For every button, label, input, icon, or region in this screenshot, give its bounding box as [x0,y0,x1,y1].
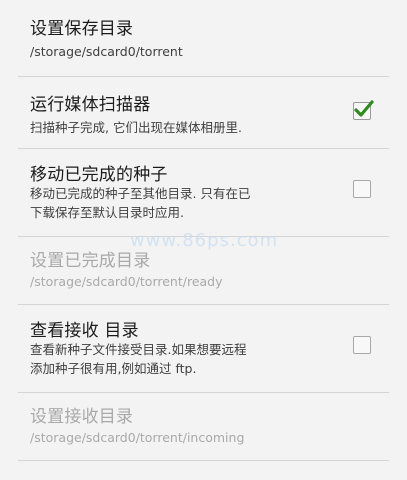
pref-title: 运行媒体扫描器 [30,95,151,115]
move-completed-checkbox[interactable] [353,180,371,198]
pref-summary: 移动已完成的种子至其他目录. 只有在已 [30,186,251,201]
pref-save-directory[interactable]: 设置保存目录 /storage/sdcard0/torrent [18,0,389,77]
pref-incoming-directory: 设置接收目录 /storage/sdcard0/torrent/incoming [18,392,389,461]
pref-title: 移动已完成的种子 [30,165,168,185]
pref-media-scanner[interactable]: 运行媒体扫描器 扫描种子完成, 它们出现在媒体相册里. [18,76,389,149]
pref-title: 设置接收目录 [30,407,134,427]
pref-summary: 扫描种子完成, 它们出现在媒体相册里. [30,120,242,135]
settings-screen: 设置保存目录 /storage/sdcard0/torrent 运行媒体扫描器 … [0,0,407,480]
pref-move-completed[interactable]: 移动已完成的种子 移动已完成的种子至其他目录. 只有在已 下载保存至默认目录时应… [18,148,389,237]
pref-summary: 添加种子很有用,例如通过 ftp. [30,361,197,376]
pref-title: 设置已完成目录 [30,251,151,271]
watch-directory-checkbox[interactable] [353,336,371,354]
pref-summary: /storage/sdcard0/torrent [30,44,183,59]
checkmark-icon [354,100,374,117]
media-scanner-checkbox[interactable] [353,100,374,120]
pref-title: 查看接收 目录 [30,321,139,341]
pref-title: 设置保存目录 [30,19,134,39]
pref-completed-directory: 设置已完成目录 /storage/sdcard0/torrent/ready [18,236,389,305]
pref-summary: /storage/sdcard0/torrent/incoming [30,430,245,445]
pref-summary: 下载保存至默认目录时应用. [30,205,184,220]
pref-summary: /storage/sdcard0/torrent/ready [30,274,223,289]
pref-summary: 查看新种子文件接受目录.如果想要远程 [30,342,247,357]
pref-watch-directory[interactable]: 查看接收 目录 查看新种子文件接受目录.如果想要远程 添加种子很有用,例如通过 … [18,304,389,393]
